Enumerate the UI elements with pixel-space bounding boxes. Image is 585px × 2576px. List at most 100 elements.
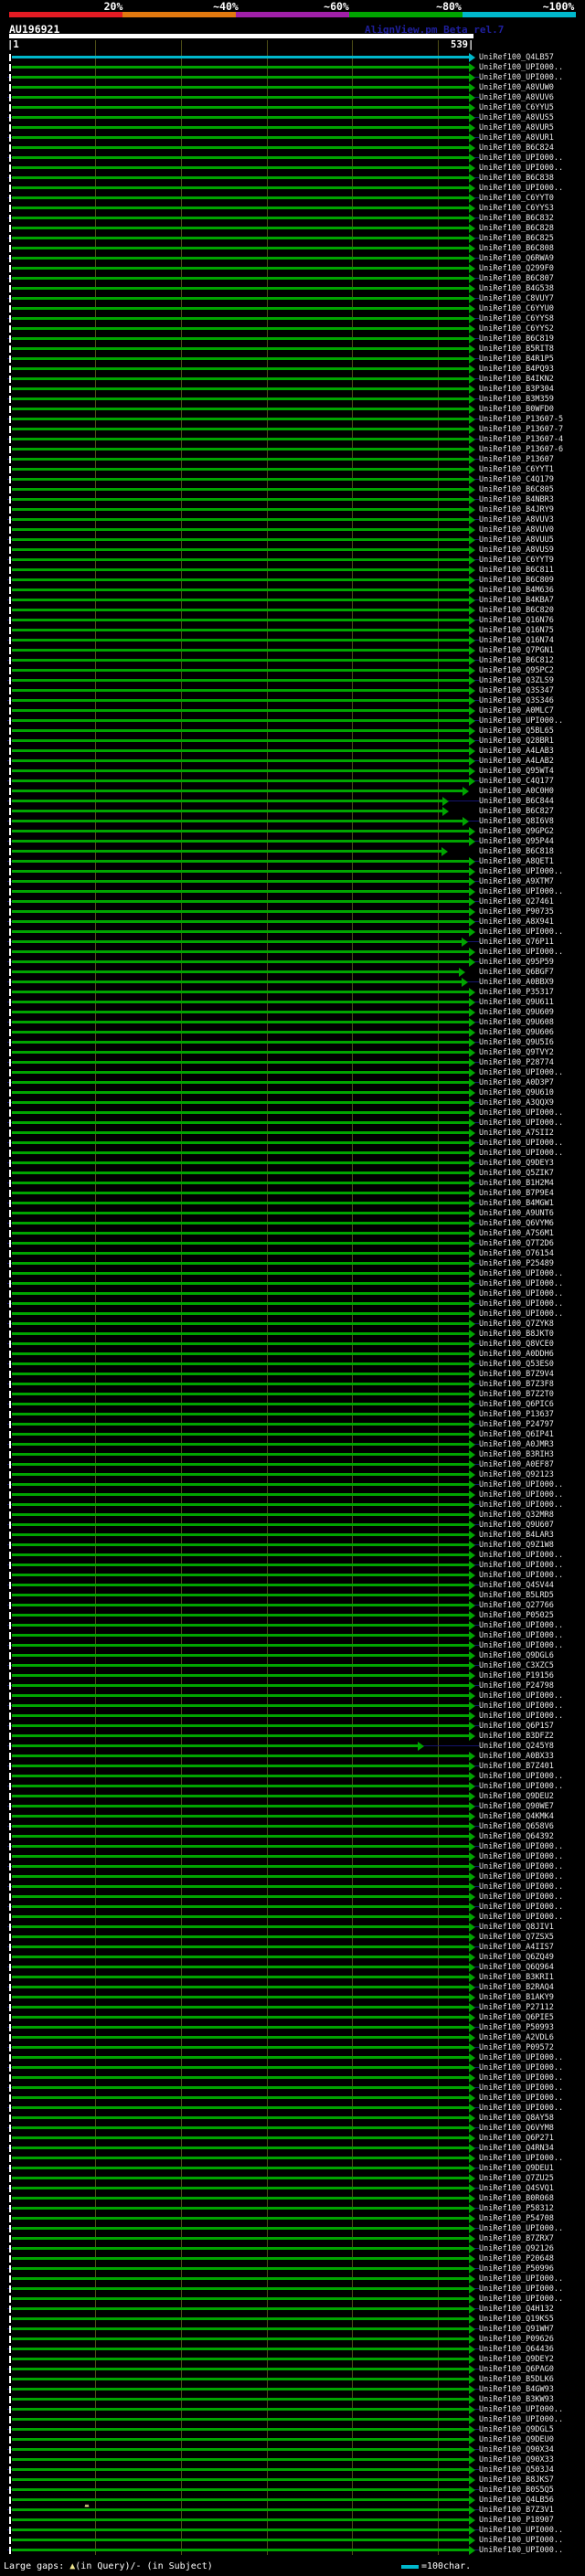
hit-label[interactable]: UniRef100_B0R068	[479, 2194, 554, 2203]
hit-label[interactable]: UniRef100_UPI000..	[479, 73, 563, 82]
hit-label[interactable]: UniRef100_Q4SV44	[479, 1581, 554, 1590]
hit-label[interactable]: UniRef100_P05025	[479, 1611, 554, 1620]
hit-label[interactable]: UniRef100_Q8VCE0	[479, 1340, 554, 1349]
hit-label[interactable]: UniRef100_Q245Y8	[479, 1742, 554, 1751]
hit-label[interactable]: UniRef100_UPI000..	[479, 1772, 563, 1781]
hit-label[interactable]: UniRef100_UPI000..	[479, 1118, 563, 1128]
hit-label[interactable]: UniRef100_UPI000..	[479, 2526, 563, 2535]
hit-label[interactable]: UniRef100_O76154	[479, 1249, 554, 1258]
hit-label[interactable]: UniRef100_A3QQX9	[479, 1098, 554, 1108]
hit-label[interactable]: UniRef100_P28774	[479, 1058, 554, 1067]
hit-label[interactable]: UniRef100_Q7PGN1	[479, 646, 554, 655]
hit-label[interactable]: UniRef100_Q27766	[479, 1601, 554, 1610]
hit-label[interactable]: UniRef100_UPI000..	[479, 2154, 563, 2163]
hit-label[interactable]: UniRef100_UPI000..	[479, 1621, 563, 1630]
hit-label[interactable]: UniRef100_UPI000..	[479, 1108, 563, 1118]
hit-label[interactable]: UniRef100_Q6PAG0	[479, 2365, 554, 2374]
hit-label[interactable]: UniRef100_UPI000..	[479, 1782, 563, 1791]
hit-label[interactable]: UniRef100_C3XZC5	[479, 1661, 554, 1670]
hit-label[interactable]: UniRef100_Q6P1S7	[479, 1722, 554, 1731]
hit-label[interactable]: UniRef100_B7Z401	[479, 1762, 554, 1771]
hit-label[interactable]: UniRef100_B6C825	[479, 234, 554, 243]
hit-label[interactable]: UniRef100_UPI000..	[479, 1892, 563, 1902]
hit-label[interactable]: UniRef100_Q6VYM6	[479, 1219, 554, 1228]
hit-label[interactable]: UniRef100_UPI000..	[479, 1500, 563, 1510]
hit-label[interactable]: UniRef100_B1AKY9	[479, 1993, 554, 2002]
hit-label[interactable]: UniRef100_Q90X34	[479, 2445, 554, 2454]
hit-label[interactable]: UniRef100_A0JMR3	[479, 1440, 554, 1449]
hit-label[interactable]: UniRef100_C6YYT0	[479, 194, 554, 203]
hit-label[interactable]: UniRef100_Q91WH7	[479, 2325, 554, 2334]
hit-label[interactable]: UniRef100_Q4SVQ1	[479, 2184, 554, 2193]
hit-label[interactable]: UniRef100_P54708	[479, 2214, 554, 2223]
hit-label[interactable]: UniRef100_B0WFD0	[479, 405, 554, 414]
hit-label[interactable]: UniRef100_Q6PIC6	[479, 1400, 554, 1409]
hit-label[interactable]: UniRef100_Q8I6V8	[479, 817, 554, 826]
hit-label[interactable]: UniRef100_Q9U5I6	[479, 1038, 554, 1047]
hit-label[interactable]: UniRef100_UPI000..	[479, 1139, 563, 1148]
hit-label[interactable]: UniRef100_Q7T2D6	[479, 1239, 554, 1248]
hit-label[interactable]: UniRef100_Q4RN34	[479, 2144, 554, 2153]
hit-label[interactable]: UniRef100_C6YYT1	[479, 465, 554, 474]
hit-label[interactable]: UniRef100_A8VUR1	[479, 133, 554, 143]
hit-label[interactable]: UniRef100_P13607-5	[479, 415, 563, 424]
hit-label[interactable]: UniRef100_UPI000..	[479, 2405, 563, 2414]
hit-label[interactable]: UniRef100_A0C0H0	[479, 787, 554, 796]
hit-label[interactable]: UniRef100_B4KBA7	[479, 596, 554, 605]
hit-label[interactable]: UniRef100_A4IIS7	[479, 1943, 554, 1952]
hit-label[interactable]: UniRef100_A0BX33	[479, 1752, 554, 1761]
hit-label[interactable]: UniRef100_UPI000..	[479, 1480, 563, 1489]
hit-label[interactable]: UniRef100_Q64436	[479, 2345, 554, 2354]
hit-label[interactable]: UniRef100_Q3S347	[479, 686, 554, 695]
hit-label[interactable]: UniRef100_UPI000..	[479, 948, 563, 957]
hit-label[interactable]: UniRef100_Q27461	[479, 897, 554, 906]
hit-label[interactable]: UniRef100_UPI000..	[479, 1641, 563, 1650]
hit-label[interactable]: UniRef100_P19156	[479, 1671, 554, 1680]
hit-label[interactable]: UniRef100_Q9U608	[479, 1018, 554, 1027]
hit-label[interactable]: UniRef100_Q658V6	[479, 1822, 554, 1831]
hit-label[interactable]: UniRef100_P90735	[479, 907, 554, 917]
hit-label[interactable]: UniRef100_B7Z3F8	[479, 1380, 554, 1389]
hit-label[interactable]: UniRef100_UPI000..	[479, 164, 563, 173]
hit-label[interactable]: UniRef100_UPI000..	[479, 2546, 563, 2555]
hit-label[interactable]: UniRef100_Q95P44	[479, 837, 554, 846]
hit-label[interactable]: UniRef100_C4Q179	[479, 475, 554, 484]
hit-label[interactable]: UniRef100_B8JKS7	[479, 2475, 554, 2485]
hit-label[interactable]: UniRef100_Q299F0	[479, 264, 554, 273]
hit-label[interactable]: UniRef100_C6YYS2	[479, 324, 554, 334]
hit-label[interactable]: UniRef100_A8VUU5	[479, 535, 554, 545]
hit-label[interactable]: UniRef100_B3RIH3	[479, 1450, 554, 1459]
hit-label[interactable]: UniRef100_UPI000..	[479, 1561, 563, 1570]
hit-label[interactable]: UniRef100_B6C832	[479, 214, 554, 223]
hit-label[interactable]: UniRef100_P13607	[479, 455, 554, 464]
hit-label[interactable]: UniRef100_B3P304	[479, 385, 554, 394]
hit-label[interactable]: UniRef100_Q7ZSX5	[479, 1933, 554, 1942]
hit-label[interactable]: UniRef100_B5DLK6	[479, 2375, 554, 2384]
hit-label[interactable]: UniRef100_A4LAB3	[479, 747, 554, 756]
hit-label[interactable]: UniRef100_B6C820	[479, 606, 554, 615]
hit-label[interactable]: UniRef100_UPI000..	[479, 1882, 563, 1892]
hit-label[interactable]: UniRef100_B4R1P5	[479, 355, 554, 364]
hit-label[interactable]: UniRef100_P20648	[479, 2254, 554, 2263]
hit-label[interactable]: UniRef100_Q19KS5	[479, 2315, 554, 2324]
hit-label[interactable]: UniRef100_UPI000..	[479, 1309, 563, 1319]
hit-label[interactable]: UniRef100_Q64392	[479, 1832, 554, 1841]
hit-label[interactable]: UniRef100_P18907	[479, 2516, 554, 2525]
hit-label[interactable]: UniRef100_UPI000..	[479, 716, 563, 726]
hit-label[interactable]: UniRef100_UPI000..	[479, 2083, 563, 2093]
hit-label[interactable]: UniRef100_Q8AY58	[479, 2114, 554, 2123]
hit-label[interactable]: UniRef100_Q95WT4	[479, 767, 554, 776]
hit-label[interactable]: UniRef100_B6C805	[479, 485, 554, 494]
hit-label[interactable]: UniRef100_Q92123	[479, 1470, 554, 1479]
hit-label[interactable]: UniRef100_P09626	[479, 2335, 554, 2344]
hit-label[interactable]: UniRef100_B4JRY9	[479, 505, 554, 514]
hit-label[interactable]: UniRef100_A7S6M1	[479, 1229, 554, 1238]
hit-label[interactable]: UniRef100_UPI000..	[479, 1571, 563, 1580]
hit-label[interactable]: UniRef100_Q7ZYK8	[479, 1320, 554, 1329]
hit-label[interactable]: UniRef100_UPI000..	[479, 928, 563, 937]
hit-label[interactable]: UniRef100_UPI000..	[479, 2415, 563, 2424]
hit-label[interactable]: UniRef100_UPI000..	[479, 1701, 563, 1711]
hit-label[interactable]: UniRef100_UPI000..	[479, 1852, 563, 1861]
hit-label[interactable]: UniRef100_Q5ZIK7	[479, 1169, 554, 1178]
hit-label[interactable]: UniRef100_A8QET1	[479, 857, 554, 866]
